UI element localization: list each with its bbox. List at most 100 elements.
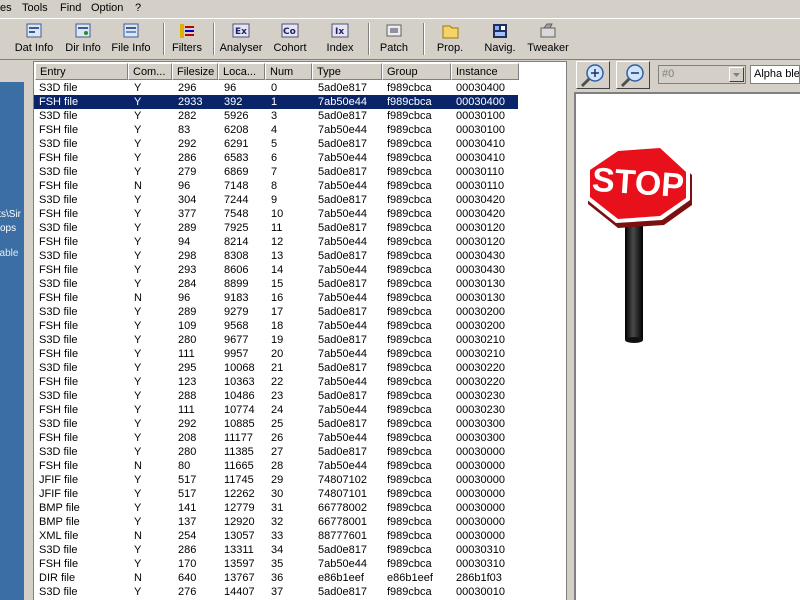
column-header-filesize[interactable]: Filesize bbox=[172, 63, 218, 80]
cell-location: 7148 bbox=[224, 180, 249, 192]
cohort-icon: Co bbox=[280, 22, 300, 40]
cell-num: 11 bbox=[271, 222, 283, 234]
cell-group: f989cbca bbox=[387, 488, 432, 500]
cell-compressed: Y bbox=[134, 278, 142, 290]
cell-num: 31 bbox=[271, 502, 284, 514]
cell-compressed: N bbox=[134, 530, 142, 542]
cell-filesize: 123 bbox=[178, 376, 197, 388]
menu-item-find[interactable]: Find bbox=[60, 2, 81, 14]
cell-instance: 00030220 bbox=[456, 376, 505, 388]
menu-item-option[interactable]: Option bbox=[91, 2, 123, 14]
index-button[interactable]: Ix Index bbox=[322, 22, 358, 58]
table-row[interactable]: S3D file Y 296 96 0 5ad0e817 f989cbca 00030400 bbox=[34, 81, 566, 95]
table-row[interactable]: FSH file Y 111 10774 24 7ab50e44 f989cbca 00030… bbox=[34, 403, 566, 417]
table-row[interactable]: S3D file Y 280 9677 19 5ad0e817 f989cbca 000302… bbox=[34, 333, 566, 347]
cell-compressed: Y bbox=[134, 432, 142, 444]
cell-compressed: Y bbox=[134, 208, 142, 220]
cell-compressed: Y bbox=[134, 502, 142, 514]
zoom-out-button[interactable] bbox=[616, 61, 650, 89]
table-row[interactable]: S3D file Y 289 7925 11 5ad0e817 f989cbca 000301… bbox=[34, 221, 566, 235]
table-row[interactable]: FSH file Y 109 9568 18 7ab50e44 f989cbca 000302… bbox=[34, 319, 566, 333]
cell-num: 14 bbox=[271, 264, 284, 276]
tree-text-fragment: ops bbox=[0, 223, 17, 234]
column-header-num[interactable]: Num bbox=[265, 63, 312, 80]
column-header-compressed[interactable]: Com... bbox=[128, 63, 172, 80]
tweaker-icon bbox=[538, 22, 558, 40]
filters-button[interactable]: Filters bbox=[168, 22, 206, 58]
dat-info-button[interactable]: Dat Info bbox=[9, 22, 59, 58]
navigator-button[interactable]: Navig. bbox=[480, 22, 520, 58]
cell-filesize: 298 bbox=[178, 250, 197, 262]
cell-entry: FSH file bbox=[39, 180, 79, 192]
table-row[interactable]: BMP file Y 137 12920 32 66778001 f989cbca 00030… bbox=[34, 515, 566, 529]
table-row[interactable]: S3D file Y 289 9279 17 5ad0e817 f989cbca 000302… bbox=[34, 305, 566, 319]
cell-entry: S3D file bbox=[39, 222, 78, 234]
cell-location: 12262 bbox=[224, 488, 255, 500]
tweaker-button[interactable]: Tweaker bbox=[526, 22, 570, 58]
table-row[interactable]: JFIF file Y 517 11745 29 74807102 f989cbca 0003… bbox=[34, 473, 566, 487]
cell-location: 13311 bbox=[224, 544, 254, 556]
cell-filesize: 296 bbox=[178, 82, 197, 94]
column-header-group[interactable]: Group bbox=[382, 63, 451, 80]
table-row[interactable]: S3D file Y 282 5926 3 5ad0e817 f989cbca 0003010… bbox=[34, 109, 566, 123]
table-row[interactable]: FSH file Y 123 10363 22 7ab50e44 f989cbca 00030… bbox=[34, 375, 566, 389]
table-row[interactable]: FSH file Y 170 13597 35 7ab50e44 f989cbca 00030… bbox=[34, 557, 566, 571]
table-row-selected[interactable]: FSH file Y 2933 392 1 7ab50e44 f989cbca 0003040… bbox=[34, 94, 519, 110]
table-row[interactable]: S3D file Y 284 8899 15 5ad0e817 f989cbca 000301… bbox=[34, 277, 566, 291]
chevron-down-icon[interactable] bbox=[729, 67, 744, 82]
cohort-button[interactable]: Co Cohort bbox=[270, 22, 310, 58]
file-info-button[interactable]: File Info bbox=[108, 22, 154, 58]
column-header-location[interactable]: Loca... bbox=[218, 63, 265, 80]
table-row[interactable]: FSH file Y 111 9957 20 7ab50e44 f989cbca 000302… bbox=[34, 347, 566, 361]
menu-item-tools[interactable]: Tools bbox=[22, 2, 48, 14]
alpha-blend-field[interactable]: Alpha blen bbox=[750, 65, 800, 84]
menu-item-help[interactable]: ? bbox=[135, 2, 141, 14]
table-row[interactable]: FSH file N 96 7148 8 7ab50e44 f989cbca 00030110 bbox=[34, 179, 566, 193]
table-row[interactable]: FSH file N 80 11665 28 7ab50e44 f989cbca 000300… bbox=[34, 459, 566, 473]
analyser-button[interactable]: Ex Analyser bbox=[218, 22, 264, 58]
table-row[interactable]: FSH file N 96 9183 16 7ab50e44 f989cbca 0003013… bbox=[34, 291, 566, 305]
table-row[interactable]: S3D file Y 298 8308 13 5ad0e817 f989cbca 000304… bbox=[34, 249, 566, 263]
table-row[interactable]: DIR file N 640 13767 36 e86b1eef e86b1eef 286b1… bbox=[34, 571, 566, 585]
cell-num: 7 bbox=[271, 166, 278, 178]
file-list[interactable]: Entry Com... Filesize Loca... Num Type G… bbox=[33, 61, 566, 600]
table-row[interactable]: XML file N 254 13057 33 88777601 f989cbca 00030… bbox=[34, 529, 566, 543]
cell-instance: 00030410 bbox=[456, 138, 505, 150]
cell-entry: S3D file bbox=[39, 166, 78, 178]
column-header-instance[interactable]: Instance bbox=[451, 63, 519, 80]
table-row[interactable]: S3D file Y 286 13311 34 5ad0e817 f989cbca 00030… bbox=[34, 543, 566, 557]
table-row[interactable]: BMP file Y 141 12779 31 66778002 f989cbca 00030… bbox=[34, 501, 566, 515]
table-row[interactable]: FSH file Y 286 6583 6 7ab50e44 f989cbca 0003041… bbox=[34, 151, 566, 165]
left-tree-pane[interactable]: its\Sir ops nable bbox=[0, 60, 29, 600]
table-row[interactable]: S3D file Y 276 14407 37 5ad0e817 f989cbca 00030… bbox=[34, 585, 566, 599]
column-header-type[interactable]: Type bbox=[312, 63, 382, 80]
table-row[interactable]: FSH file Y 293 8606 14 7ab50e44 f989cbca 000304… bbox=[34, 263, 566, 277]
table-row[interactable]: S3D file Y 280 11385 27 5ad0e817 f989cbca 00030… bbox=[34, 445, 566, 459]
cell-group: f989cbca bbox=[387, 334, 432, 346]
table-row[interactable]: S3D file Y 292 6291 5 5ad0e817 f989cbca 0003041… bbox=[34, 137, 566, 151]
cell-type: 5ad0e817 bbox=[318, 278, 367, 290]
menu-item-file-fragment[interactable]: es bbox=[0, 2, 12, 14]
table-row[interactable]: S3D file Y 292 10885 25 5ad0e817 f989cbca 00030… bbox=[34, 417, 566, 431]
dir-info-button[interactable]: Dir Info bbox=[60, 22, 106, 58]
cell-entry: JFIF file bbox=[39, 488, 79, 500]
table-row[interactable]: FSH file Y 208 11177 26 7ab50e44 f989cbca 00030… bbox=[34, 431, 566, 445]
cell-instance: 00030000 bbox=[456, 446, 505, 458]
cell-type: 5ad0e817 bbox=[318, 586, 367, 598]
table-row[interactable]: S3D file Y 304 7244 9 5ad0e817 f989cbca 0003042… bbox=[34, 193, 566, 207]
table-row[interactable]: S3D file Y 279 6869 7 5ad0e817 f989cbca 0003011… bbox=[34, 165, 566, 179]
table-row[interactable]: FSH file Y 377 7548 10 7ab50e44 f989cbca 000304… bbox=[34, 207, 566, 221]
table-row[interactable]: S3D file Y 295 10068 21 5ad0e817 f989cbca 00030… bbox=[34, 361, 566, 375]
list-splitter[interactable] bbox=[566, 61, 570, 600]
zoom-in-button[interactable] bbox=[576, 61, 610, 89]
column-header-entry[interactable]: Entry bbox=[35, 63, 128, 80]
table-row[interactable]: FSH file Y 83 6208 4 7ab50e44 f989cbca 00030100 bbox=[34, 123, 566, 137]
patch-button[interactable]: Patch bbox=[375, 22, 413, 58]
table-row[interactable]: S3D file Y 288 10486 23 5ad0e817 f989cbca 00030… bbox=[34, 389, 566, 403]
table-row[interactable]: JFIF file Y 517 12262 30 74807101 f989cbca 0003… bbox=[34, 487, 566, 501]
table-row[interactable]: FSH file Y 94 8214 12 7ab50e44 f989cbca 0003012… bbox=[34, 235, 566, 249]
cell-compressed: Y bbox=[134, 418, 142, 430]
cell-location: 7244 bbox=[224, 194, 249, 206]
image-index-combo[interactable]: #0 bbox=[658, 65, 746, 84]
properties-button[interactable]: Prop. bbox=[432, 22, 468, 58]
